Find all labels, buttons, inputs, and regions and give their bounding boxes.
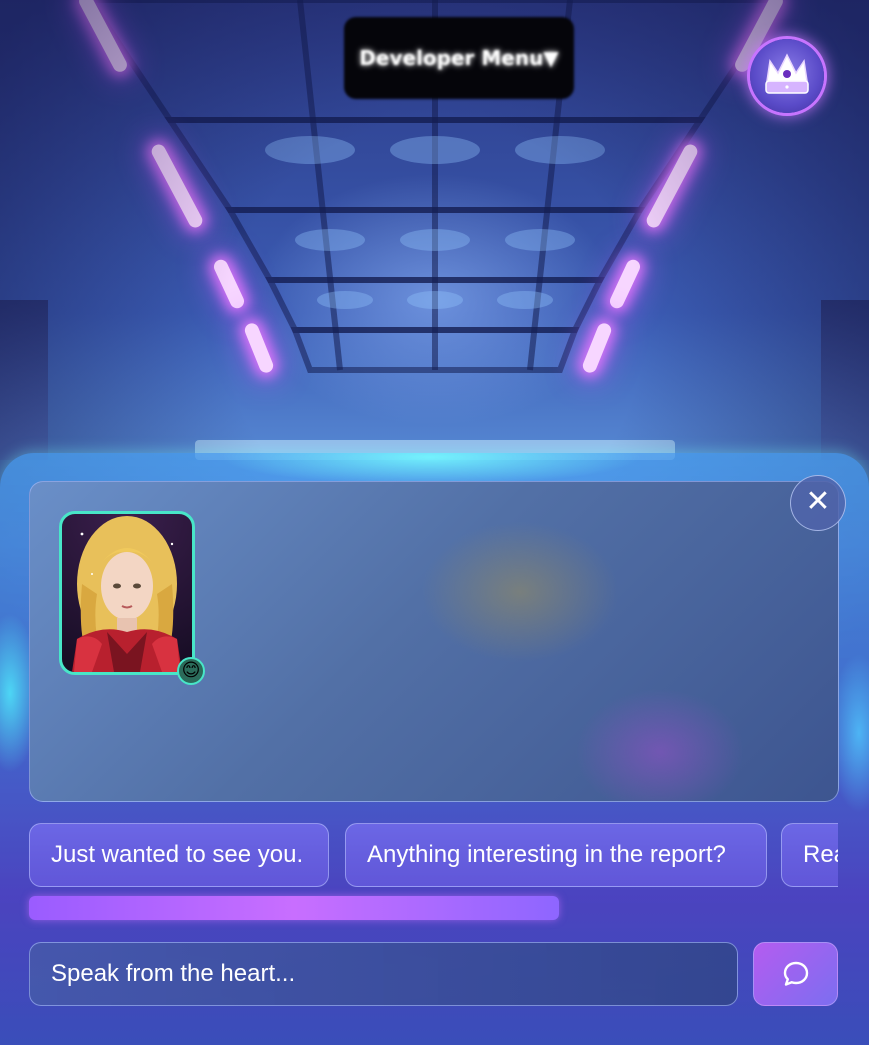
- speech-bubble-icon: [783, 961, 808, 986]
- send-button[interactable]: [753, 942, 838, 1006]
- choices-scrollbar[interactable]: [29, 896, 838, 920]
- smiling-face-icon: 😊: [177, 657, 205, 685]
- character-portrait: [59, 511, 195, 675]
- choice-button[interactable]: Just wanted to see you.: [29, 823, 329, 887]
- message-input[interactable]: [29, 942, 738, 1006]
- reply-choices: Just wanted to see you. Anything interes…: [29, 823, 838, 887]
- crown-menu-button[interactable]: [750, 39, 824, 113]
- developer-menu-button[interactable]: Developer Menu▼: [344, 17, 574, 99]
- scrollbar-thumb[interactable]: [29, 896, 559, 920]
- close-button[interactable]: ✕: [790, 475, 846, 531]
- character-portrait-image: [72, 516, 182, 672]
- choice-button[interactable]: Anything interesting in the report?: [345, 823, 767, 887]
- crown-icon: [765, 53, 809, 94]
- choice-button[interactable]: Rea: [781, 823, 838, 887]
